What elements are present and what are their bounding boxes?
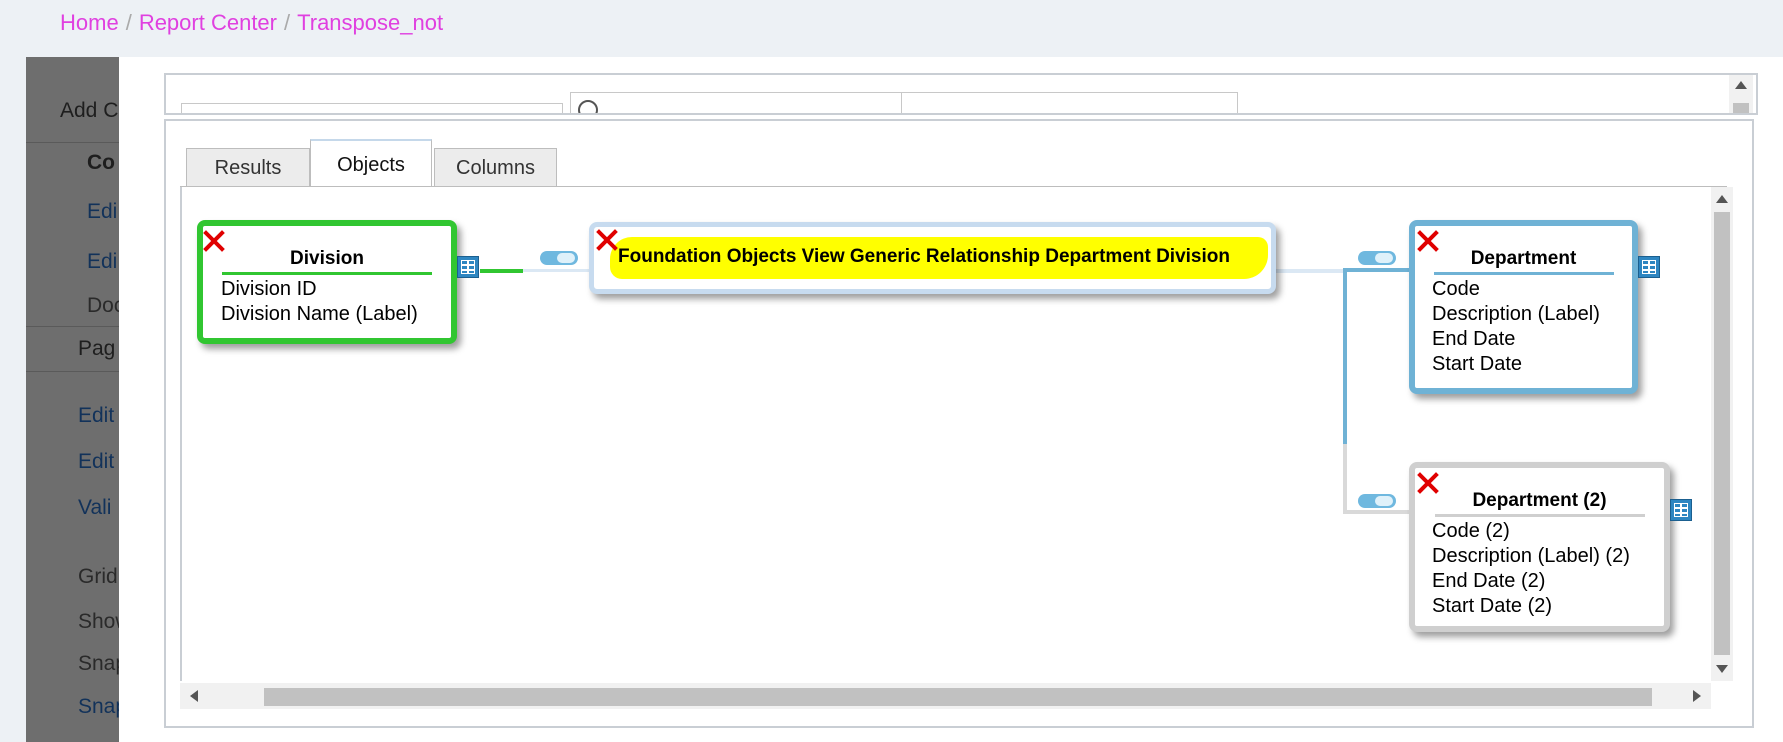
background-item: Grid [78,565,118,588]
division-object-box[interactable]: Division Division ID Division Name (Labe… [197,220,457,344]
field-item[interactable]: Division ID [221,277,451,302]
background-item: Snap [78,652,121,675]
scroll-thumb[interactable] [1733,103,1749,113]
field-item[interactable]: Division Name (Label) [221,302,451,327]
divider [26,326,121,327]
relationship-object-box[interactable]: Foundation Objects View Generic Relation… [589,222,1276,294]
background-item: Show [78,610,121,633]
join-toggle-icon[interactable] [1358,251,1396,265]
close-icon[interactable] [203,230,225,252]
object-title: Department [1433,248,1614,275]
field-item[interactable]: Description (Label) [1432,302,1632,327]
field-item[interactable]: End Date (2) [1432,569,1664,594]
join-line [1343,510,1409,514]
field-item[interactable]: Description (Label) (2) [1432,544,1664,569]
breadcrumb-current-report-link[interactable]: Transpose_not [297,10,443,35]
background-item: Edit [78,450,115,473]
scroll-up-icon[interactable] [1716,195,1728,203]
breadcrumb-separator: / [125,10,132,35]
join-line [1343,268,1409,272]
field-item[interactable]: Code [1432,277,1632,302]
grid-icon[interactable] [457,256,479,278]
background-item: Snap [78,695,121,718]
field-item[interactable]: Start Date [1432,352,1632,377]
tab-objects[interactable]: Objects [310,139,432,189]
join-line [1343,268,1347,444]
radio-button[interactable] [578,100,598,113]
scroll-up-icon[interactable] [1735,81,1747,89]
scroll-right-icon[interactable] [1693,690,1701,702]
breadcrumb-separator: / [284,10,291,35]
vertical-scrollbar[interactable] [1711,187,1733,681]
field-item[interactable]: Start Date (2) [1432,594,1664,619]
join-line [480,269,523,273]
tab-columns[interactable]: Columns [434,148,557,187]
tab-results[interactable]: Results [186,148,310,187]
breadcrumb-home-link[interactable]: Home [60,10,119,35]
background-item: Co [87,151,115,174]
divider [26,371,121,372]
background-item: Edit [78,404,115,427]
close-icon[interactable] [1417,472,1439,494]
field-item[interactable]: Code (2) [1432,519,1664,544]
join-toggle-icon[interactable] [1358,494,1396,508]
scroll-left-icon[interactable] [190,690,198,702]
background-item: Add C [60,99,119,122]
field-item[interactable]: End Date [1432,327,1632,352]
join-line [1276,269,1345,273]
scroll-thumb[interactable] [264,688,1652,706]
background-item: Pag [78,337,116,360]
grid-icon[interactable] [1670,499,1692,521]
close-icon[interactable] [1417,230,1439,252]
background-item: Edi [87,250,118,273]
object-title: Foundation Objects View Generic Relation… [618,246,1230,267]
join-line [523,269,593,272]
upper-input[interactable] [181,103,563,113]
grid-icon[interactable] [1638,256,1660,278]
background-page-panel: Add C Co Edi Edi Doc Pag Edit Edit Vali … [26,57,121,742]
background-item: Vali [78,496,112,519]
object-title: Department (2) [1434,490,1645,517]
divider [26,142,121,143]
scroll-thumb[interactable] [1714,212,1730,655]
join-toggle-icon[interactable] [540,251,578,265]
background-item: Edi [87,200,118,223]
divider [901,92,902,113]
upper-panel [164,73,1758,115]
breadcrumb-report-center-link[interactable]: Report Center [139,10,277,35]
background-item: Doc [87,294,121,317]
close-icon[interactable] [596,229,618,251]
department-2-object-box[interactable]: Department (2) Code (2) Description (Lab… [1409,462,1670,632]
join-line [1343,444,1347,514]
horizontal-scrollbar[interactable] [180,683,1711,709]
scroll-down-icon[interactable] [1716,665,1728,673]
upper-search-box[interactable] [570,92,1238,113]
upper-scrollbar[interactable] [1729,75,1753,113]
department-object-box[interactable]: Department Code Description (Label) End … [1409,220,1638,394]
object-title: Division [222,248,432,275]
breadcrumb: Home / Report Center / Transpose_not [60,10,443,36]
